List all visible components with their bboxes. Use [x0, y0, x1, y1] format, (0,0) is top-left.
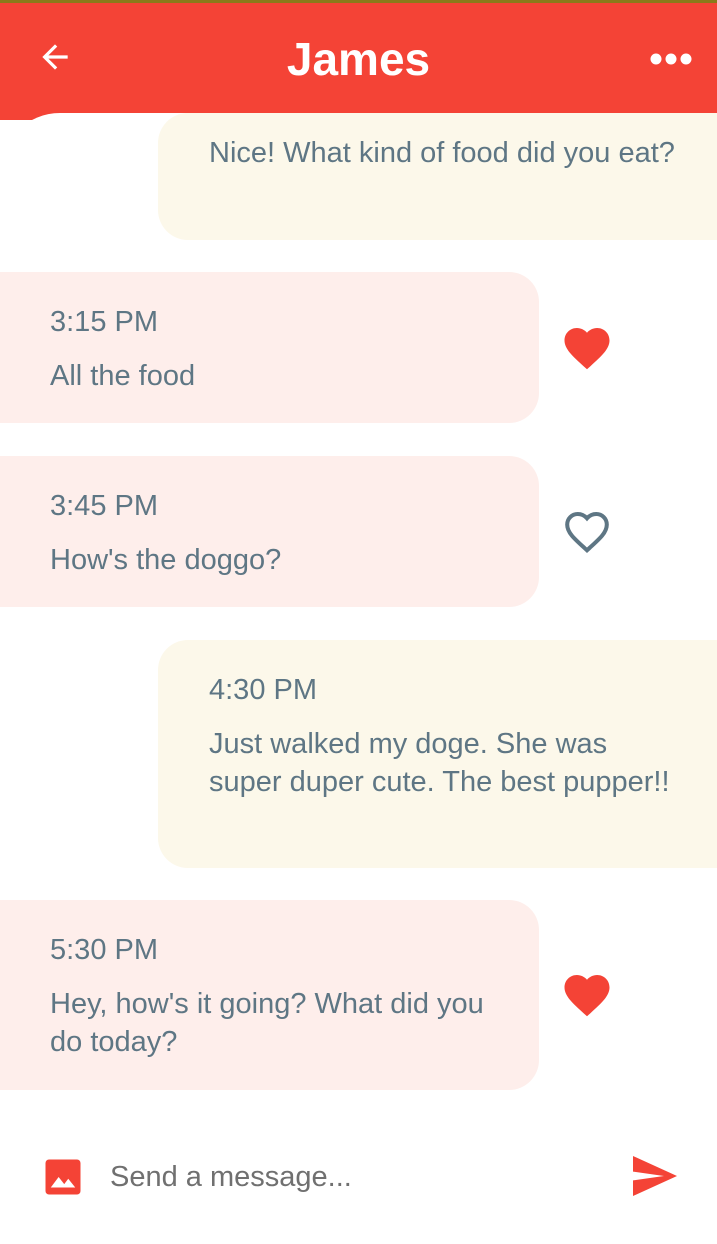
heart-outline-icon [560, 505, 614, 560]
message-bubble-sent: 4:30 PM Just walked my doge. She was sup… [158, 640, 717, 868]
more-horizontal-icon [649, 52, 693, 71]
message-bubble-sent: Nice! What kind of food did you eat? [158, 113, 717, 240]
message-text: Hey, how's it going? What did you do tod… [50, 988, 484, 1058]
like-button[interactable] [556, 504, 618, 560]
like-button[interactable] [556, 320, 618, 376]
heart-filled-icon [560, 968, 614, 1023]
message-text: Just walked my doge. She was super duper… [209, 728, 670, 798]
message-bubble-received: 5:30 PM Hey, how's it going? What did yo… [0, 900, 539, 1090]
message-time: 3:15 PM [50, 306, 158, 338]
message-time: 4:30 PM [209, 674, 317, 706]
message-list[interactable]: Nice! What kind of food did you eat? 3:1… [0, 113, 717, 1244]
message-text: How's the doggo? [50, 544, 282, 576]
message-text: All the food [50, 360, 196, 392]
message-composer [0, 1120, 717, 1244]
send-icon [631, 1154, 679, 1203]
chat-title: James [286, 33, 431, 85]
message-time: 3:45 PM [50, 490, 158, 522]
send-button[interactable] [624, 1150, 686, 1206]
message-input[interactable] [110, 1154, 600, 1200]
attach-image-button[interactable] [36, 1152, 90, 1206]
app-bar: James [0, 3, 717, 120]
like-button[interactable] [556, 967, 618, 1023]
image-icon [42, 1156, 84, 1203]
heart-filled-icon [560, 321, 614, 376]
message-time: 5:30 PM [50, 934, 158, 966]
more-options-button[interactable] [640, 43, 702, 79]
message-bubble-received: 3:15 PM All the food [0, 272, 539, 423]
message-bubble-received: 3:45 PM How's the doggo? [0, 456, 539, 607]
message-text: Nice! What kind of food did you eat? [209, 137, 675, 169]
